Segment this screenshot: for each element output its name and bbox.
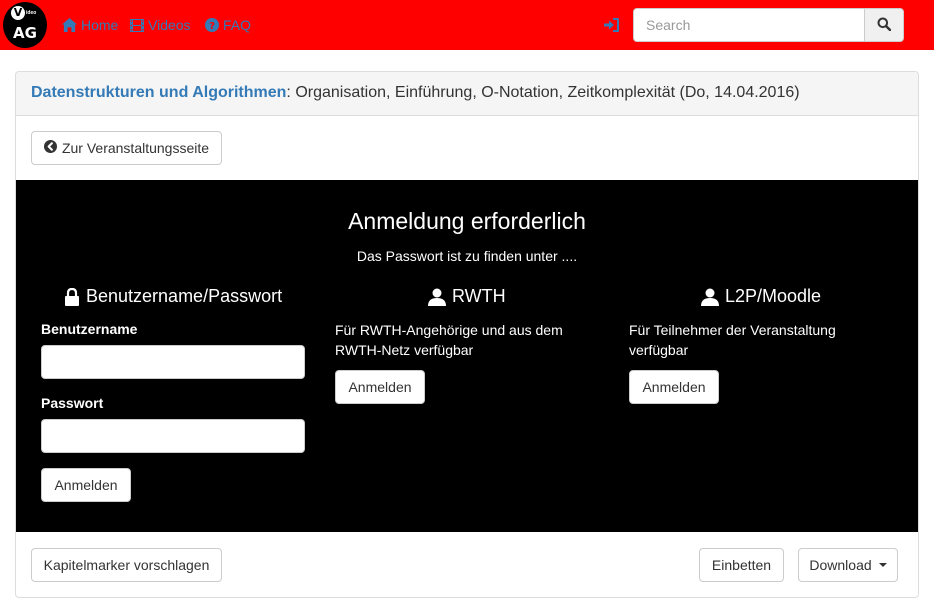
circle-arrow-left-icon (43, 140, 57, 156)
password-label: Passwort (41, 395, 104, 411)
nav-link-videos[interactable]: Videos (130, 0, 191, 50)
login-userpass-button[interactable]: Anmelden (41, 468, 131, 502)
rwth-heading: RWTH (428, 286, 506, 307)
lock-icon (64, 287, 80, 306)
back-to-course-button[interactable]: Zur Veranstaltungsseite (31, 131, 222, 165)
login-rwth-button[interactable]: Anmelden (335, 370, 425, 404)
user-icon (428, 288, 446, 306)
panel-heading: Datenstrukturen und Algorithmen: Organis… (16, 72, 918, 116)
user-icon (701, 288, 719, 306)
embed-button[interactable]: Einbetten (699, 548, 784, 582)
lecture-panel: Datenstrukturen und Algorithmen: Organis… (15, 71, 919, 598)
home-icon (62, 18, 77, 32)
download-button-label: Download (809, 557, 872, 573)
search-input[interactable] (633, 8, 865, 42)
login-title: Anmeldung erforderlich (348, 208, 586, 234)
log-in-icon[interactable] (603, 16, 621, 34)
username-label: Benutzername (41, 321, 138, 337)
login-area: Anmeldung erforderlich Das Passwort ist … (16, 180, 918, 532)
nav-link-home-label: Home (81, 17, 119, 33)
download-button[interactable]: Download (798, 548, 898, 582)
film-icon (130, 18, 144, 32)
lecture-details: : Organisation, Einführung, O-Notation, … (286, 84, 800, 101)
username-input[interactable] (41, 345, 305, 379)
svg-text:?: ? (209, 21, 215, 32)
userpass-heading: Benutzername/Passwort (64, 286, 282, 307)
search-icon (877, 17, 892, 34)
videoag-logo[interactable]: V ideo AG (3, 2, 47, 48)
password-input[interactable] (41, 419, 305, 453)
nav-link-faq-label: FAQ (223, 17, 252, 33)
course-link[interactable]: Datenstrukturen und Algorithmen (31, 84, 286, 101)
logo-v-letter: V (11, 6, 25, 20)
question-circle-icon: ? (205, 18, 219, 32)
l2p-heading: L2P/Moodle (701, 286, 821, 307)
userpass-heading-label: Benutzername/Passwort (86, 286, 283, 306)
search-button[interactable] (864, 8, 904, 42)
nav-link-faq[interactable]: ? FAQ (205, 0, 251, 50)
login-hint: Das Passwort ist zu finden unter .... (356, 248, 578, 264)
l2p-heading-label: L2P/Moodle (725, 286, 822, 306)
logo-ideo-text: ideo (26, 10, 37, 16)
navbar: V ideo AG Home Videos ? FAQ Search (0, 0, 934, 50)
login-l2p-button[interactable]: Anmelden (629, 370, 719, 404)
l2p-description: Für Teilnehmer der Veranstaltung verfügb… (629, 322, 836, 358)
logo-ag-text: AG (13, 24, 37, 42)
caret-down-icon (878, 563, 887, 567)
suggest-chapter-button[interactable]: Kapitelmarker vorschlagen (31, 548, 222, 582)
back-to-course-label: Zur Veranstaltungsseite (61, 140, 210, 156)
nav-link-videos-label: Videos (148, 17, 191, 33)
nav-link-home[interactable]: Home (62, 0, 118, 50)
rwth-description: Für RWTH-Angehörige und aus dem RWTH-Net… (335, 322, 563, 358)
rwth-heading-label: RWTH (452, 286, 506, 306)
